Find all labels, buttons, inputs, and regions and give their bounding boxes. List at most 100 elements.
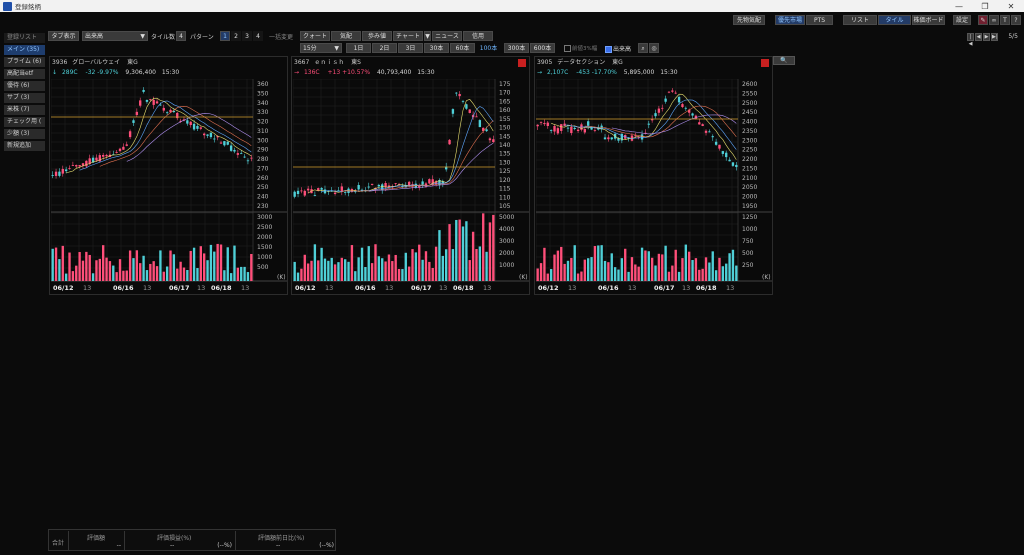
period-100-button[interactable]: 100本 — [476, 43, 501, 53]
link-icon[interactable]: ∞ — [989, 15, 999, 25]
trend-arrow-icon: ↓ — [52, 69, 58, 76]
quote-line: ↓ 289C -32 -9.97% 9,306,400 15:30 — [50, 68, 287, 78]
price-change: -453 — [576, 69, 590, 76]
candlestick-chart[interactable]: 1751701651601551501451401351301251201151… — [293, 79, 529, 294]
priority-market-button[interactable]: 優先市場 — [775, 15, 805, 25]
eval-prev-pct: (--%) — [319, 542, 334, 549]
add-list-button[interactable]: 新規追加 — [4, 141, 45, 151]
stock-code: 3667 — [294, 59, 310, 66]
pattern-3-button[interactable]: 3 — [242, 31, 252, 41]
date-axis-tick: 06/18 — [211, 284, 232, 292]
eval-amount-label: 評価額 — [87, 535, 106, 542]
volume-axis-tick: (K) — [519, 274, 528, 281]
volume-toggle[interactable]: 出来高 — [605, 44, 631, 53]
credit-button[interactable]: 信用 — [463, 31, 493, 41]
pattern-2-button[interactable]: 2 — [231, 31, 241, 41]
date-axis-tick: 06/12 — [295, 284, 315, 292]
pattern-4-button[interactable]: 4 — [253, 31, 263, 41]
date-axis-tick: 13 — [197, 284, 205, 292]
sidebar-item-sub[interactable]: サブ (3) — [4, 93, 45, 103]
close-button[interactable]: ✕ — [998, 2, 1024, 11]
candlestick-chart[interactable]: 2600 2550 2500 2450 2400 2350 2300 2250 2200 2150… — [536, 79, 772, 294]
refresh-icon[interactable]: ◎ — [649, 43, 659, 53]
tile-view-button[interactable]: タイル — [878, 15, 911, 25]
period-600-button[interactable]: 600本 — [530, 43, 555, 53]
pattern-1-button[interactable]: 1 — [220, 31, 230, 41]
search-icon[interactable]: 🔍 — [773, 56, 795, 65]
interval-select[interactable]: 15分 ▼ — [300, 43, 342, 53]
walk-button[interactable]: 歩み値 — [362, 31, 392, 41]
eval-prev-label: 評価額前日比(%) — [258, 535, 305, 542]
last-page-button[interactable]: ▶| — [991, 33, 998, 41]
alert-icon[interactable] — [761, 59, 769, 67]
sidebar-item-high-dividend[interactable]: 高配当etf — [4, 69, 45, 79]
volume-select[interactable]: 出来高 ▼ — [82, 31, 148, 41]
next-page-button[interactable]: ▶ — [983, 33, 990, 41]
period-60-button[interactable]: 60本 — [450, 43, 475, 53]
sidebar-item-prime[interactable]: プライム (6) — [4, 57, 45, 67]
zoom-icon[interactable]: ⌕ — [638, 43, 648, 53]
depth-button[interactable]: 気配 — [331, 31, 361, 41]
first-page-button[interactable]: |◀ — [967, 33, 974, 47]
text-button[interactable]: T — [1000, 15, 1010, 25]
price-axis-tick: 2050 — [742, 184, 757, 191]
period-3day-button[interactable]: 3日 — [398, 43, 423, 53]
candlestick-chart[interactable]: 360 350 340 330 320 310 300 290 280 270 260 250 240 2… — [51, 79, 287, 294]
price-axis-tick: 2550 — [742, 90, 757, 97]
alert-icon[interactable] — [518, 59, 526, 67]
date-axis-tick: 06/12 — [538, 284, 558, 292]
date-axis-tick: 13 — [726, 284, 734, 292]
pts-button[interactable]: PTS — [806, 15, 833, 25]
date-axis-tick: 06/17 — [169, 284, 189, 292]
restore-button[interactable]: ❐ — [972, 2, 998, 11]
price-axis-tick: 110 — [499, 194, 511, 201]
price-axis-tick: 155 — [499, 116, 511, 123]
volume-axis-tick: 500 — [742, 250, 754, 257]
date-axis-tick: 13 — [568, 284, 576, 292]
period-30-button[interactable]: 30本 — [424, 43, 449, 53]
list-view-button[interactable]: リスト — [843, 15, 877, 25]
price-axis-tick: 145 — [499, 133, 511, 140]
stock-name: ｅｎｉｓｈ — [314, 59, 345, 66]
tile-count-input[interactable]: 4 — [176, 31, 186, 41]
settings-button[interactable]: 設定 — [953, 15, 971, 25]
news-button[interactable]: ニュース — [432, 31, 462, 41]
stock-code: 3936 — [52, 59, 68, 66]
date-axis-tick: 06/16 — [355, 284, 376, 292]
tab-display-button[interactable]: タブ表示 — [48, 31, 79, 41]
price-axis-tick: 2350 — [742, 128, 757, 135]
price-axis-tick: 160 — [499, 107, 511, 114]
price-axis-tick: 140 — [499, 142, 511, 149]
date-axis-tick: 13 — [439, 284, 447, 292]
sidebar-item-main[interactable]: メイン (35) — [4, 45, 45, 55]
date-axis-tick: 06/16 — [598, 284, 619, 292]
sidebar-item-benefits[interactable]: 優待 (6) — [4, 81, 45, 91]
price-axis-tick: 2500 — [742, 100, 757, 107]
sidebar-item-us-stocks[interactable]: 米株 (7) — [4, 105, 45, 115]
sidebar-item-check[interactable]: チェック用 ( — [4, 117, 45, 127]
chart-tile[interactable]: 3936 グローバルウェイ 東G ↓ 289C -32 -9.97% 9,306… — [49, 56, 288, 295]
chevron-down-icon[interactable]: ▼ — [424, 31, 431, 41]
trade-volume: 5,895,000 — [623, 69, 655, 76]
prev-close-toggle[interactable]: 前値3%幅 — [564, 44, 597, 52]
eval-pl-label: 評価損益(%) — [157, 535, 192, 542]
period-2day-button[interactable]: 2日 — [372, 43, 397, 53]
chart-tile[interactable]: 3905 データセクション 東G → 2,107C -453 -17.70% 5… — [534, 56, 773, 295]
price-axis-tick: 230 — [257, 203, 269, 210]
period-300-button[interactable]: 300本 — [504, 43, 529, 53]
quote-button[interactable]: クォート — [300, 31, 330, 41]
window-title: 登録銘柄 — [15, 3, 41, 11]
board-view-button[interactable]: 株価ボード — [912, 15, 945, 25]
minimize-button[interactable]: — — [946, 2, 972, 11]
prev-page-button[interactable]: ◀ — [975, 33, 982, 41]
market-badge: 東G — [127, 59, 138, 66]
price-axis-tick: 2300 — [742, 137, 757, 144]
chart-button[interactable]: チャート — [393, 31, 423, 41]
pen-icon[interactable]: ✎ — [978, 15, 988, 25]
help-button[interactable]: ? — [1011, 15, 1021, 25]
futures-button[interactable]: 先物気配 — [733, 15, 765, 25]
sidebar-item-small[interactable]: 少額 (3) — [4, 129, 45, 139]
period-1day-button[interactable]: 1日 — [346, 43, 371, 53]
price-axis-tick: 165 — [499, 98, 511, 105]
chart-tile[interactable]: 3667 ｅｎｉｓｈ 東S → 136C +13 +10.57% 40,793,… — [291, 56, 530, 295]
